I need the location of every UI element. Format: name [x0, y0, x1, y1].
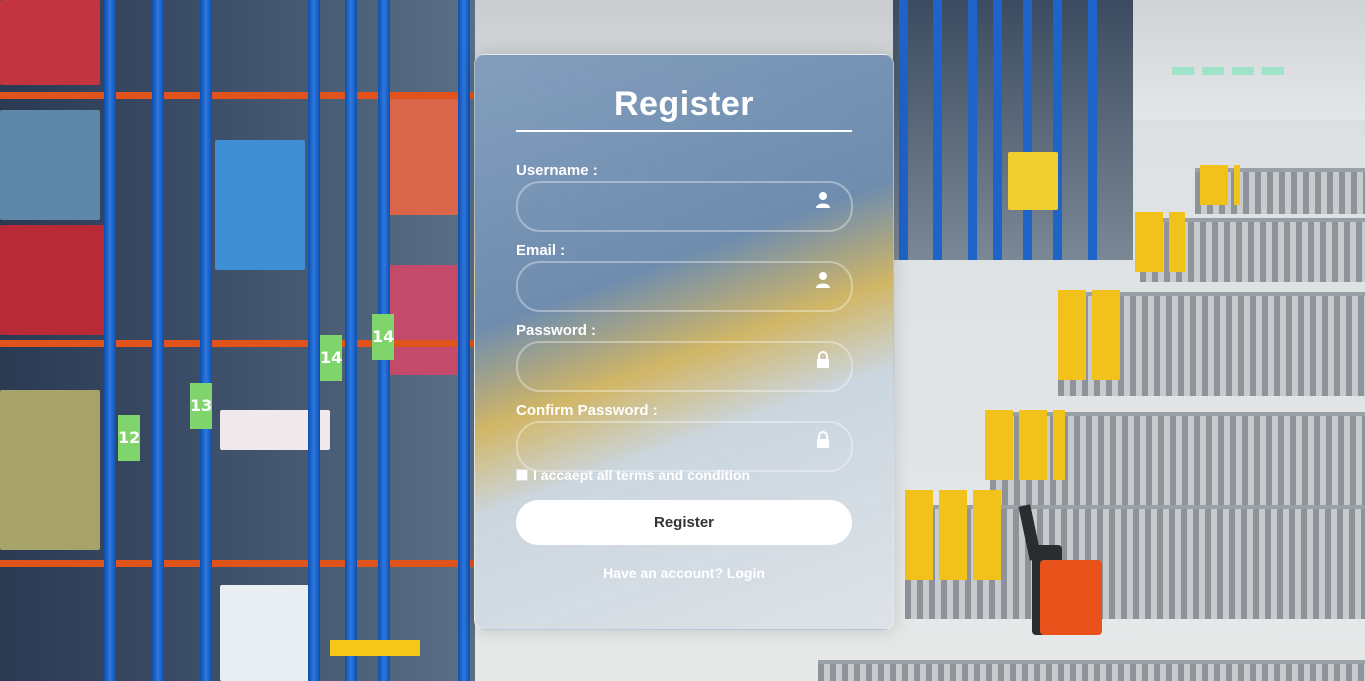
- rack-upright: [1053, 0, 1062, 260]
- pallet: [215, 140, 305, 270]
- pallet-jack-body: [1040, 560, 1102, 635]
- rack-number-tag: 12: [118, 415, 140, 461]
- right-storage-racks: [893, 0, 1133, 260]
- rack-beam: [0, 92, 475, 99]
- confirm-password-field[interactable]: [516, 421, 853, 472]
- confirm-password-label: Confirm Password :: [516, 402, 658, 419]
- lock-icon: [817, 351, 829, 368]
- wall-window: [1202, 67, 1224, 75]
- yellow-roller-edge: [985, 410, 1065, 480]
- rack-upright: [1023, 0, 1032, 260]
- rack-upright: [968, 0, 977, 260]
- yellow-guard-rail: [330, 640, 420, 656]
- username-input[interactable]: [536, 183, 810, 230]
- login-prompt-row: Have an account? Login: [475, 565, 893, 581]
- pallet: [0, 0, 100, 85]
- yellow-roller-edge: [1135, 212, 1185, 272]
- warehouse-back-wall: [1110, 0, 1365, 120]
- email-input[interactable]: [536, 263, 810, 310]
- yellow-roller-edge: [905, 490, 1005, 580]
- rack-number-tag: 14: [372, 314, 394, 360]
- username-field[interactable]: [516, 181, 853, 232]
- rack-upright: [200, 0, 212, 681]
- register-card: Register Username : Email : Password : C…: [474, 54, 894, 630]
- login-link[interactable]: Login: [727, 565, 765, 581]
- rack-upright: [152, 0, 164, 681]
- pallet: [0, 225, 110, 335]
- pallet: [385, 95, 465, 215]
- pallet: [0, 110, 100, 220]
- terms-row: I accaept all terms and condition: [516, 467, 750, 483]
- rack-upright: [899, 0, 908, 260]
- floor-conveyor: [818, 660, 1365, 681]
- pallet-jack: [1018, 504, 1112, 640]
- user-icon: [816, 192, 830, 208]
- email-label: Email :: [516, 242, 566, 259]
- pallet: [220, 585, 310, 681]
- pallet: [1008, 152, 1058, 210]
- wall-window: [1262, 67, 1284, 75]
- password-field[interactable]: [516, 341, 853, 392]
- rack-upright: [345, 0, 357, 681]
- terms-checkbox[interactable]: [516, 469, 528, 481]
- rack-number-tag: 13: [190, 383, 212, 429]
- register-button[interactable]: Register: [516, 500, 852, 545]
- username-label: Username :: [516, 162, 598, 179]
- yellow-roller-edge: [1200, 165, 1240, 205]
- rack-upright: [458, 0, 470, 681]
- terms-label[interactable]: I accaept all terms and condition: [533, 467, 750, 483]
- confirm-password-input[interactable]: [536, 423, 810, 470]
- title-divider: [516, 130, 852, 132]
- password-input[interactable]: [536, 343, 810, 390]
- pallet: [0, 390, 100, 550]
- rack-upright: [993, 0, 1002, 260]
- pallet: [385, 265, 465, 375]
- rack-upright: [1088, 0, 1097, 260]
- email-field[interactable]: [516, 261, 853, 312]
- rack-upright: [308, 0, 320, 681]
- lock-icon: [817, 431, 829, 448]
- wall-window: [1232, 67, 1254, 75]
- user-icon: [816, 272, 830, 288]
- register-title: Register: [613, 85, 755, 123]
- wall-window: [1172, 67, 1194, 75]
- rack-beam: [0, 340, 475, 347]
- password-label: Password :: [516, 322, 597, 339]
- rack-upright: [933, 0, 942, 260]
- left-storage-racks: 12 13 14 14: [0, 0, 475, 681]
- rack-beam: [0, 560, 475, 567]
- yellow-roller-edge: [1058, 290, 1123, 380]
- login-prompt-text: Have an account?: [603, 565, 723, 581]
- rack-number-tag: 14: [320, 335, 342, 381]
- rack-upright: [104, 0, 116, 681]
